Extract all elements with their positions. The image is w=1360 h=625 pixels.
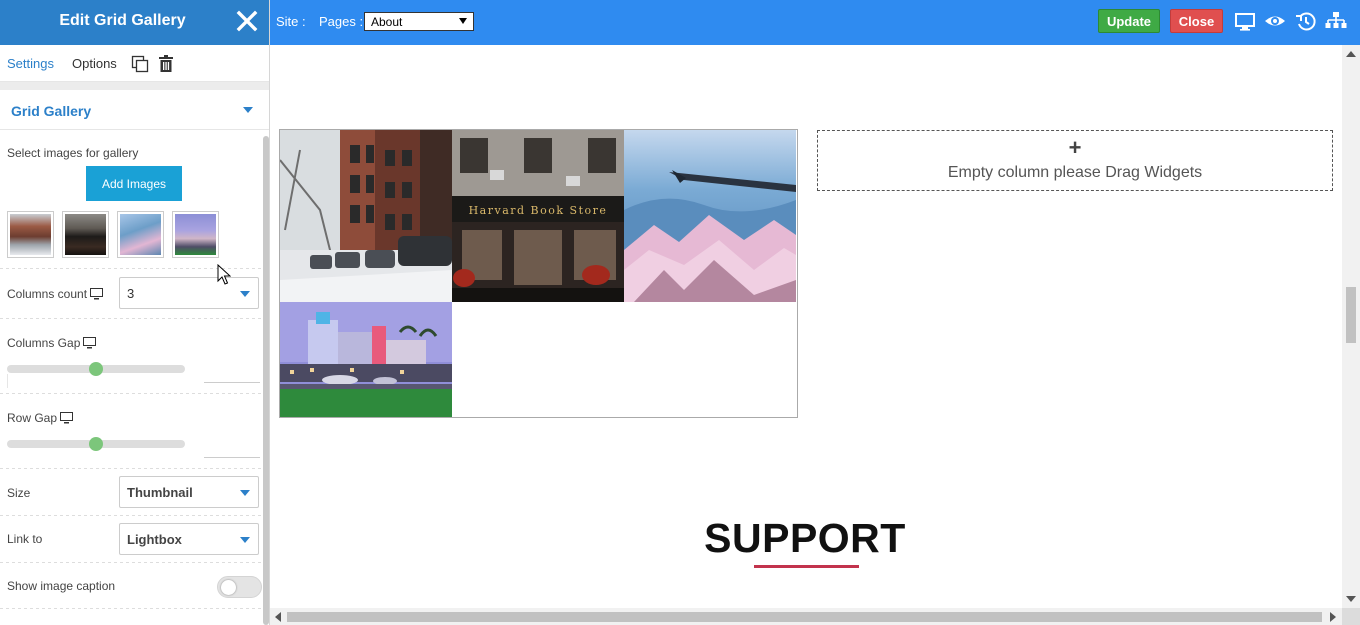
scrollbar-corner — [1342, 608, 1360, 625]
section-header-grid-gallery[interactable]: Grid Gallery — [0, 90, 269, 130]
columns-count-value: 3 — [127, 286, 135, 301]
section-title: Grid Gallery — [11, 103, 92, 119]
divider — [0, 468, 262, 469]
columns-count-select[interactable]: 3 — [119, 277, 259, 309]
slider-knob[interactable] — [89, 437, 103, 451]
pages-select-value: About — [371, 15, 403, 29]
toggle-knob — [221, 580, 236, 595]
harvard-sign: Harvard Book Store — [469, 204, 608, 217]
link-to-label: Link to — [7, 532, 43, 546]
divider — [0, 562, 262, 563]
thumbnail-harvard-book-store[interactable] — [62, 211, 109, 258]
gallery-image-airplane-wing[interactable] — [624, 130, 796, 302]
pages-select[interactable]: About — [364, 12, 474, 31]
desktop-icon — [60, 412, 74, 424]
support-heading: SUPPORT — [704, 515, 906, 561]
empty-column-dropzone[interactable]: + Empty column please Drag Widgets — [817, 130, 1333, 191]
duplicate-icon[interactable] — [131, 55, 149, 73]
update-button[interactable]: Update — [1098, 9, 1160, 33]
tab-options[interactable]: Options — [72, 56, 117, 71]
vertical-scrollbar[interactable] — [1342, 45, 1360, 608]
vertical-scroll-thumb[interactable] — [1346, 287, 1356, 343]
heading-underline — [754, 565, 859, 568]
slider-knob[interactable] — [89, 362, 103, 376]
panel-title: Edit Grid Gallery — [59, 12, 186, 29]
slider-corner — [7, 374, 8, 388]
top-bar: Site : Pages : About Update Close — [270, 0, 1360, 45]
edit-panel: Edit Grid Gallery Settings Options Grid … — [0, 0, 270, 625]
site-label: Site : — [276, 14, 306, 29]
columns-gap-label: Columns Gap — [7, 336, 97, 350]
thumbnail-street-snow[interactable] — [7, 211, 54, 258]
scroll-up-arrow-icon[interactable] — [1346, 51, 1356, 57]
gallery-image-street-snow[interactable] — [280, 130, 452, 302]
columns-gap-slider[interactable] — [7, 362, 185, 376]
horizontal-scrollbar[interactable] — [270, 608, 1342, 625]
panel-scrollbar[interactable] — [263, 136, 269, 625]
size-label: Size — [7, 486, 31, 500]
mouse-cursor-icon — [217, 264, 231, 285]
scroll-right-arrow-icon[interactable] — [1330, 612, 1336, 622]
link-to-value: Lightbox — [127, 532, 182, 547]
row-gap-label-text: Row Gap — [7, 411, 58, 425]
columns-count-label-text: Columns count — [7, 287, 88, 301]
columns-gap-label-text: Columns Gap — [7, 336, 81, 350]
panel-body: Select images for gallery Add Images Col… — [0, 130, 262, 625]
columns-count-label: Columns count — [7, 287, 104, 301]
divider — [0, 393, 262, 394]
caret-down-icon — [243, 107, 253, 113]
close-icon[interactable] — [236, 9, 258, 33]
close-button[interactable]: Close — [1170, 9, 1223, 33]
columns-gap-input[interactable] — [204, 382, 260, 383]
show-caption-label: Show image caption — [7, 579, 116, 593]
divider — [0, 515, 262, 516]
thumbnail-art-deco-hotel[interactable] — [172, 211, 219, 258]
panel-gap — [0, 82, 269, 90]
sitemap-icon[interactable] — [1325, 11, 1347, 33]
panel-tabs: Settings Options — [0, 45, 269, 82]
grid-gallery-widget[interactable]: Harvard Book Store — [279, 129, 798, 418]
gallery-image-art-deco-hotel[interactable] — [280, 302, 452, 417]
show-caption-toggle[interactable] — [217, 576, 262, 598]
divider — [0, 318, 262, 319]
desktop-icon — [90, 288, 104, 300]
row-gap-label: Row Gap — [7, 411, 74, 425]
scroll-left-arrow-icon[interactable] — [275, 612, 281, 622]
empty-column-text: Empty column please Drag Widgets — [947, 164, 1203, 181]
eye-icon[interactable] — [1264, 11, 1286, 33]
caret-down-icon — [240, 537, 250, 543]
divider — [0, 608, 262, 609]
desktop-icon[interactable] — [1234, 11, 1256, 33]
history-icon[interactable] — [1295, 11, 1317, 33]
add-images-button[interactable]: Add Images — [86, 166, 182, 201]
caret-down-icon — [240, 490, 250, 496]
tab-settings[interactable]: Settings — [7, 56, 54, 71]
trash-icon[interactable] — [158, 55, 174, 73]
gallery-image-harvard-book-store[interactable]: Harvard Book Store — [452, 130, 624, 302]
row-gap-input[interactable] — [204, 457, 260, 458]
pages-label: Pages : — [319, 14, 364, 29]
desktop-icon — [83, 337, 97, 349]
thumbnail-airplane-wing[interactable] — [117, 211, 164, 258]
scroll-down-arrow-icon[interactable] — [1346, 596, 1356, 602]
size-value: Thumbnail — [127, 485, 193, 500]
panel-header: Edit Grid Gallery — [0, 0, 269, 45]
plus-icon[interactable]: + — [818, 135, 1332, 161]
caret-down-icon — [240, 291, 250, 297]
horizontal-scroll-thumb[interactable] — [287, 612, 1322, 622]
link-to-select[interactable]: Lightbox — [119, 523, 259, 555]
select-images-label: Select images for gallery — [7, 146, 139, 160]
caret-down-icon — [459, 18, 467, 24]
page-canvas: Harvard Book Store + Empty column please… — [270, 45, 1342, 608]
size-select[interactable]: Thumbnail — [119, 476, 259, 508]
row-gap-slider[interactable] — [7, 437, 185, 451]
